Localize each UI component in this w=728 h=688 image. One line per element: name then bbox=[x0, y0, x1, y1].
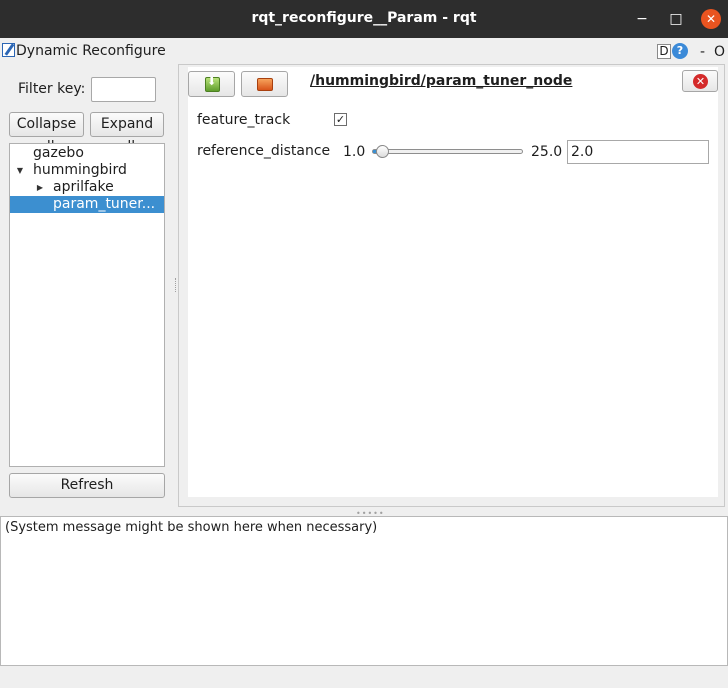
help-icon[interactable]: ? bbox=[672, 43, 688, 59]
expand-arrow-icon[interactable]: ▼ bbox=[15, 162, 25, 179]
reference-distance-input[interactable]: 2.0 bbox=[567, 140, 709, 164]
node-tree[interactable]: gazebo ▼ hummingbird ▶ aprilfake param_t… bbox=[9, 143, 165, 467]
tree-item-label: aprilfake bbox=[53, 179, 114, 195]
status-bar bbox=[0, 666, 728, 688]
system-message-area bbox=[0, 516, 728, 666]
tree-item-hummingbird[interactable]: ▼ hummingbird bbox=[10, 162, 164, 179]
plugin-title: Dynamic Reconfigure bbox=[16, 43, 166, 59]
param-label-reference-distance: reference_distance bbox=[197, 143, 331, 159]
system-message-text: (System message might be shown here when… bbox=[5, 520, 378, 535]
close-icon: ✕ bbox=[693, 74, 708, 89]
feature-track-checkbox[interactable]: ✓ bbox=[334, 113, 347, 126]
filter-key-label: Filter key: bbox=[18, 81, 86, 97]
node-editor-panel bbox=[188, 67, 718, 497]
splitter-handle-vertical[interactable] bbox=[175, 278, 177, 292]
folder-icon bbox=[257, 78, 273, 91]
reference-distance-slider[interactable] bbox=[372, 149, 523, 154]
download-icon bbox=[205, 75, 220, 92]
slider-max-label: 25.0 bbox=[531, 144, 563, 160]
plugin-options-button[interactable]: O bbox=[714, 44, 725, 60]
minimize-button[interactable]: − bbox=[633, 10, 651, 28]
close-node-button[interactable]: ✕ bbox=[682, 70, 718, 92]
param-label-feature-track: feature_track bbox=[197, 112, 291, 128]
tree-item-label: gazebo bbox=[33, 145, 84, 161]
slider-min-label: 1.0 bbox=[343, 144, 366, 160]
plugin-minimize-button[interactable]: - bbox=[700, 44, 705, 60]
window-titlebar: rqt_reconfigure__Param - rqt − □ ✕ bbox=[0, 0, 728, 38]
node-path-title: /hummingbird/param_tuner_node bbox=[310, 73, 573, 89]
tree-item-label: param_tuner... bbox=[53, 196, 156, 212]
tree-item-aprilfake[interactable]: ▶ aprilfake bbox=[10, 179, 164, 196]
save-params-button[interactable] bbox=[188, 71, 235, 97]
tree-item-param-tuner[interactable]: param_tuner... bbox=[10, 196, 164, 213]
slider-handle[interactable] bbox=[376, 145, 389, 158]
window-close-button[interactable]: ✕ bbox=[701, 9, 721, 29]
collapse-all-button[interactable]: Collapse all bbox=[9, 112, 84, 155]
maximize-button[interactable]: □ bbox=[667, 10, 685, 28]
expand-all-button[interactable]: Expand all bbox=[90, 112, 164, 155]
filter-key-input[interactable] bbox=[91, 77, 156, 102]
dynamic-reconfigure-icon bbox=[2, 43, 15, 57]
dock-d-button[interactable]: D bbox=[657, 44, 671, 59]
window-title: rqt_reconfigure__Param - rqt bbox=[251, 10, 477, 26]
refresh-button[interactable]: Refresh bbox=[9, 473, 165, 498]
collapsed-arrow-icon[interactable]: ▶ bbox=[35, 179, 45, 196]
tree-item-gazebo[interactable]: gazebo bbox=[10, 145, 164, 162]
load-params-button[interactable] bbox=[241, 71, 288, 97]
tree-item-label: hummingbird bbox=[33, 162, 127, 178]
